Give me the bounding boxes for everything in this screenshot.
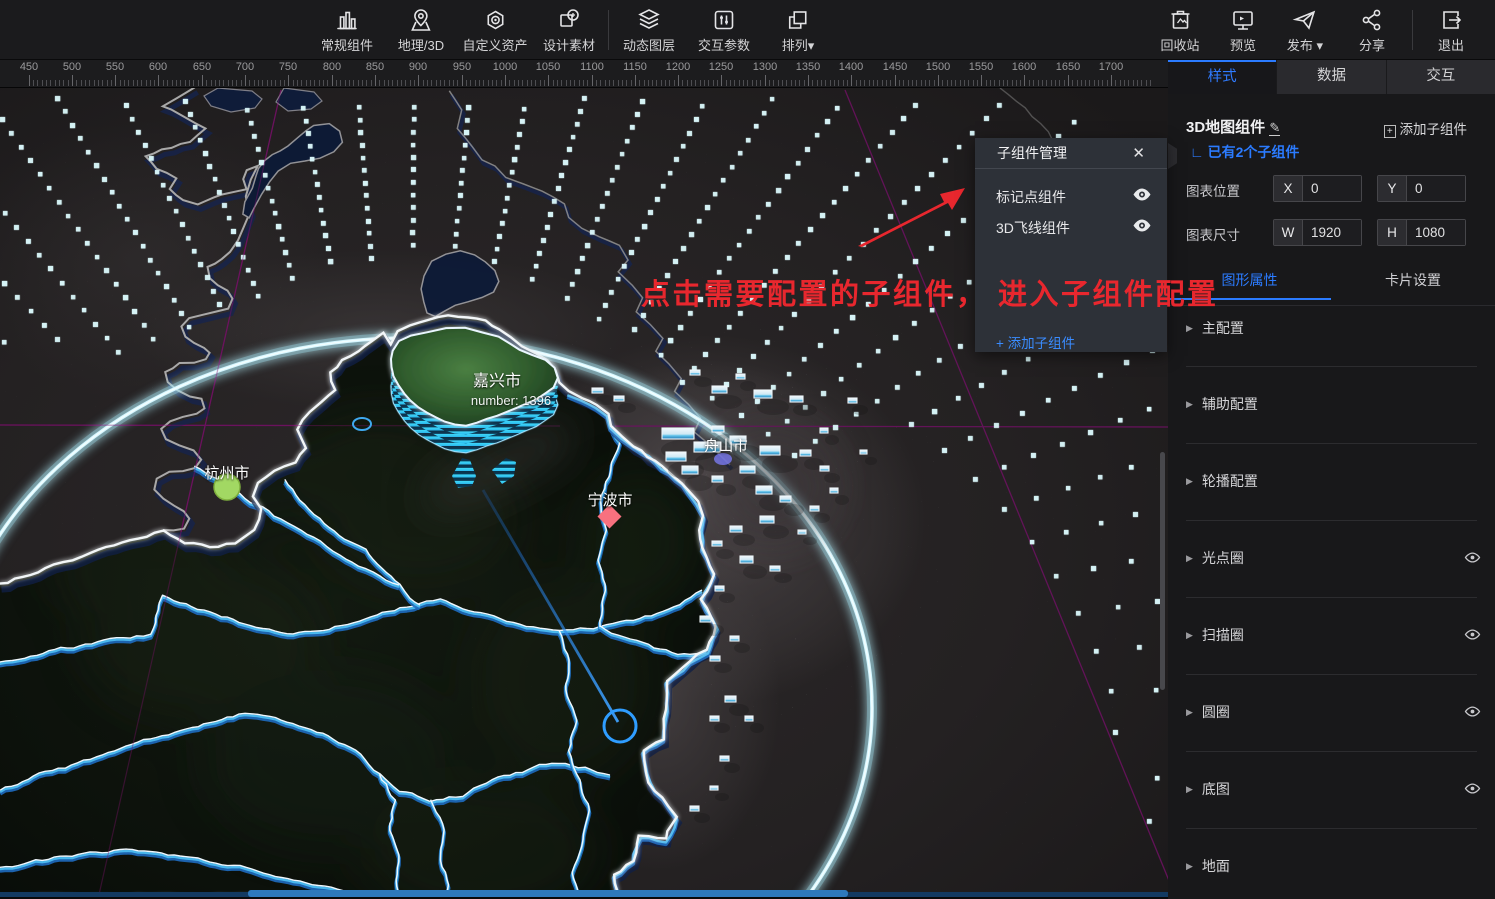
svg-text:杭州市: 杭州市: [204, 465, 249, 482]
svg-text:嘉兴市: 嘉兴市: [473, 372, 521, 390]
svg-text:number: 1396: number: 1396: [471, 393, 551, 408]
svg-text:宁波市: 宁波市: [587, 492, 632, 509]
svg-text:舟山市: 舟山市: [704, 438, 748, 455]
